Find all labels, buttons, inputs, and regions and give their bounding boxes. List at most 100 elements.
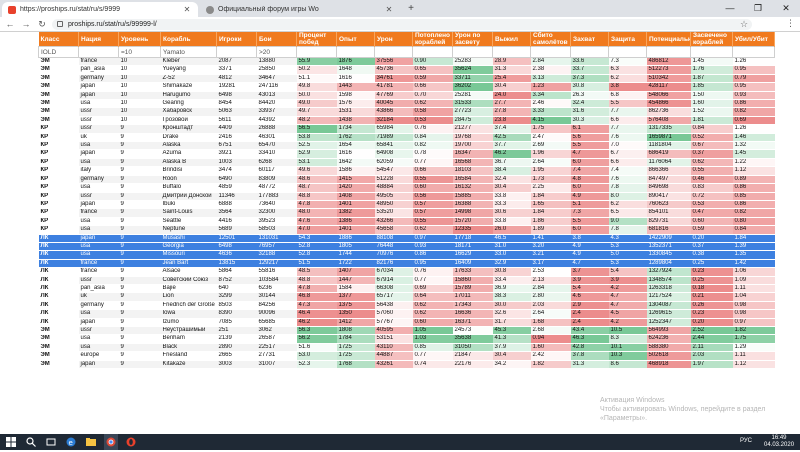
table-row[interactable]: КР japan 9 Azuma 3921 33410 52.9 1616 64908 0.78 1… bbox=[38, 149, 775, 159]
table-row[interactable]: ЭМ ussr 10 Хабаровск 5063 33937 49.7 1531 43866 0… bbox=[38, 107, 775, 117]
column-filter-input[interactable] bbox=[492, 46, 531, 58]
clock[interactable]: 16:49 04.03.2020 bbox=[764, 435, 794, 449]
table-row[interactable]: ЭМ usa 10 Gearing 8454 84420 49.0 1576 40045 0.62… bbox=[38, 99, 775, 109]
table-row[interactable]: ЛК france 9 Alsace 5864 55816 48.5 1407 67034 0.7… bbox=[38, 267, 775, 277]
table-row[interactable]: КР japan 9 Ibuki 6888 73640 47.8 1401 48950 0.57 1… bbox=[38, 200, 775, 210]
table-row[interactable]: КР usa 9 Alaska B 1003 6268 53.1 1642 62059 0.77 1… bbox=[38, 158, 775, 168]
forward-arrow-icon[interactable]: → bbox=[20, 18, 32, 30]
table-row[interactable]: КР usa 9 Neptune 5689 58503 47.0 1401 45658 0.62 1… bbox=[38, 225, 775, 235]
column-filter-input[interactable] bbox=[412, 46, 453, 58]
table-row[interactable]: ЭМ ussr 10 Грозовой 5611 44392 48.2 1438 32184 0.… bbox=[38, 116, 775, 126]
table-row[interactable]: КР usa 9 Buffalo 4859 48772 48.7 1420 48884 0.60 1… bbox=[38, 183, 775, 193]
column-filter-input[interactable]: Yamato bbox=[160, 46, 217, 58]
column-filter-input[interactable] bbox=[690, 46, 733, 58]
tab-proships[interactable]: https://proships.ru/stat/ru/s/9999 ✕ bbox=[2, 2, 198, 17]
column-filter-input[interactable] bbox=[608, 46, 647, 58]
table-row[interactable]: ЭМ japan 9 Kitakaze 3003 31007 52.3 1768 43261 0.… bbox=[38, 360, 775, 370]
tab-forum[interactable]: Официальный форум игры Wo ✕ bbox=[200, 2, 400, 17]
table-row[interactable]: ЭМ pan_asia 10 Yueyang 3371 25850 50.2 1648 4573… bbox=[38, 65, 775, 75]
table-row[interactable]: ЛК japan 9 Musashi 12501 131031 54.3 1886 88108 0… bbox=[38, 234, 775, 243]
table-row[interactable]: ЛК pan_asia 9 Bajie 640 6236 47.8 1584 66308 0.69… bbox=[38, 284, 775, 294]
table-row[interactable]: ЭМ usa 9 Benham 2139 26587 56.2 1784 53151 1.03 35… bbox=[38, 334, 775, 344]
table-row[interactable]: ЭМ ussr 9 Неустрашимый 251 3062 56.3 1808 40595 1… bbox=[38, 326, 775, 336]
column-header[interactable]: Убил/Убит bbox=[732, 32, 775, 47]
column-header[interactable]: Уровень bbox=[118, 32, 161, 47]
column-filter-input[interactable]: IOLD bbox=[38, 46, 79, 58]
column-filter-input[interactable] bbox=[374, 46, 413, 58]
close-window-button[interactable]: ✕ bbox=[772, 0, 800, 17]
column-header[interactable]: Опыт bbox=[336, 32, 375, 47]
table-cell: 4.7 bbox=[608, 301, 647, 311]
edge-browser-icon[interactable]: e bbox=[66, 437, 76, 447]
column-header[interactable]: Бои bbox=[256, 32, 297, 47]
table-row[interactable]: КР italy 9 Brindisi 3474 60117 49.6 1586 54547 0.… bbox=[38, 166, 775, 176]
table-row[interactable]: КР germany 9 Roon 6490 83809 48.6 1415 51228 0.55… bbox=[38, 175, 775, 185]
table-row[interactable]: ЛК usa 9 Missouri 4636 32188 52.8 1744 70976 0.86… bbox=[38, 250, 775, 260]
table-row[interactable]: КР ussr 9 Дмитрий Донской 11346 177883 48.8 140… bbox=[38, 192, 775, 201]
browser-menu-icon[interactable]: ⋮ bbox=[786, 18, 795, 29]
maximize-button[interactable]: ❐ bbox=[744, 0, 772, 17]
table-cell: 28475 bbox=[452, 116, 493, 126]
table-row[interactable]: КР usa 9 Seattle 4416 39523 47.6 1386 43266 0.55 1… bbox=[38, 217, 775, 227]
column-header[interactable]: Сбито самолётов bbox=[530, 32, 571, 47]
table-row[interactable]: КР usa 9 Alaska 6751 65470 52.5 1654 65841 0.82 19… bbox=[38, 141, 775, 151]
table-row[interactable]: ЭМ europe 9 Friesland 2665 27731 53.0 1725 44887… bbox=[38, 351, 775, 361]
table-row[interactable]: ЛК japan 9 Izumo 7085 65685 46.2 1412 57767 0.60 1… bbox=[38, 318, 775, 328]
column-filter-input[interactable] bbox=[296, 46, 337, 58]
table-row[interactable]: ЛК usa 9 Georgia 6498 76957 52.8 1805 76448 0.93 1… bbox=[38, 242, 775, 252]
reload-icon[interactable]: ↻ bbox=[36, 18, 48, 30]
windows-start-icon[interactable] bbox=[6, 437, 16, 447]
chrome-taskbar-button[interactable] bbox=[104, 434, 118, 450]
column-header[interactable]: Класс bbox=[38, 32, 79, 47]
file-explorer-icon[interactable] bbox=[86, 437, 96, 447]
column-header[interactable]: Потоплено кораблей bbox=[412, 32, 453, 47]
column-header[interactable]: Урон по засвету bbox=[452, 32, 493, 47]
column-filter-input[interactable] bbox=[732, 46, 775, 58]
column-header[interactable]: Защита bbox=[608, 32, 647, 47]
column-filter-input[interactable]: =10 bbox=[118, 46, 161, 58]
opera-icon[interactable] bbox=[126, 437, 136, 447]
table-row[interactable]: ЭМ france 10 Kleber 2087 13880 55.9 1876 37556 0.… bbox=[38, 57, 775, 67]
task-view-icon[interactable] bbox=[46, 437, 56, 447]
column-header[interactable]: Выжил bbox=[492, 32, 531, 47]
column-header[interactable]: Корабль bbox=[160, 32, 217, 47]
column-header[interactable]: Потенциальн. bbox=[646, 32, 691, 47]
table-row[interactable]: ЭМ japan 10 Harugumo 6498 43013 50.0 1598 47769 0… bbox=[38, 91, 775, 101]
column-filter-input[interactable] bbox=[570, 46, 609, 58]
new-tab-button[interactable]: + bbox=[404, 2, 418, 15]
table-row[interactable]: ЛК ussr 9 Советский Союз 8752 103584 48.8 1447 6… bbox=[38, 276, 775, 285]
column-header[interactable]: Захват bbox=[570, 32, 609, 47]
table-cell: 1.60 bbox=[690, 99, 733, 109]
column-filter-input[interactable] bbox=[452, 46, 493, 58]
column-header[interactable]: Процент побед bbox=[296, 32, 337, 47]
table-row[interactable]: ЛК france 9 Jean Bart 13815 129217 51.5 1722 821… bbox=[38, 259, 775, 269]
table-row[interactable]: КР uk 9 Drake 2416 46301 53.8 1762 71989 0.84 1976… bbox=[38, 133, 775, 143]
column-filter-input[interactable] bbox=[530, 46, 571, 58]
table-row[interactable]: ЭМ germany 10 Z-52 4812 34647 51.1 1616 34761 0.5… bbox=[38, 74, 775, 84]
column-filter-input[interactable] bbox=[216, 46, 257, 58]
column-header[interactable]: Игроки bbox=[216, 32, 257, 47]
table-row[interactable]: ЭМ usa 9 Black 2890 22517 51.6 1725 43110 0.85 310… bbox=[38, 343, 775, 353]
table-row[interactable]: ЛК germany 9 Friedrich der Große 8503 84256 47… bbox=[38, 301, 775, 311]
close-tab-icon[interactable]: ✕ bbox=[384, 5, 394, 14]
column-filter-input[interactable] bbox=[646, 46, 691, 58]
minimize-button[interactable]: — bbox=[716, 0, 744, 17]
column-header[interactable]: Нация bbox=[78, 32, 119, 47]
back-arrow-icon[interactable]: ← bbox=[4, 18, 16, 30]
table-row[interactable]: ЭМ japan 10 Shimakaze 19281 247116 49.8 1443 417… bbox=[38, 82, 775, 92]
close-tab-icon[interactable]: ✕ bbox=[182, 5, 192, 14]
table-row[interactable]: ЛК uk 9 Lion 3299 30144 46.8 1377 65717 0.64 17011… bbox=[38, 292, 775, 302]
column-filter-input[interactable] bbox=[336, 46, 375, 58]
language-indicator[interactable]: РУС bbox=[740, 438, 752, 444]
bookmark-star-icon[interactable]: ☆ bbox=[740, 19, 748, 30]
column-header[interactable]: Засвечено кораблей bbox=[690, 32, 733, 47]
column-filter-input[interactable]: >20 bbox=[256, 46, 297, 58]
table-row[interactable]: КР ussr 9 Кронштадт 4409 26888 56.5 1734 65984 0.… bbox=[38, 124, 775, 134]
url-input[interactable]: proships.ru/stat/ru/s/99999-l/ bbox=[52, 19, 752, 30]
table-row[interactable]: ЛК usa 9 Iowa 8390 90096 46.4 1350 57060 0.62 1663… bbox=[38, 309, 775, 319]
column-filter-input[interactable] bbox=[78, 46, 119, 58]
column-header[interactable]: Урон bbox=[374, 32, 413, 47]
search-icon[interactable] bbox=[26, 437, 36, 447]
ship-stats-table-container[interactable]: Класс Нация Уровень Корабль Игроки Бои Процент… bbox=[0, 32, 800, 434]
table-row[interactable]: КР france 9 Saint-Louis 3564 32300 48.0 1382 535… bbox=[38, 208, 775, 218]
